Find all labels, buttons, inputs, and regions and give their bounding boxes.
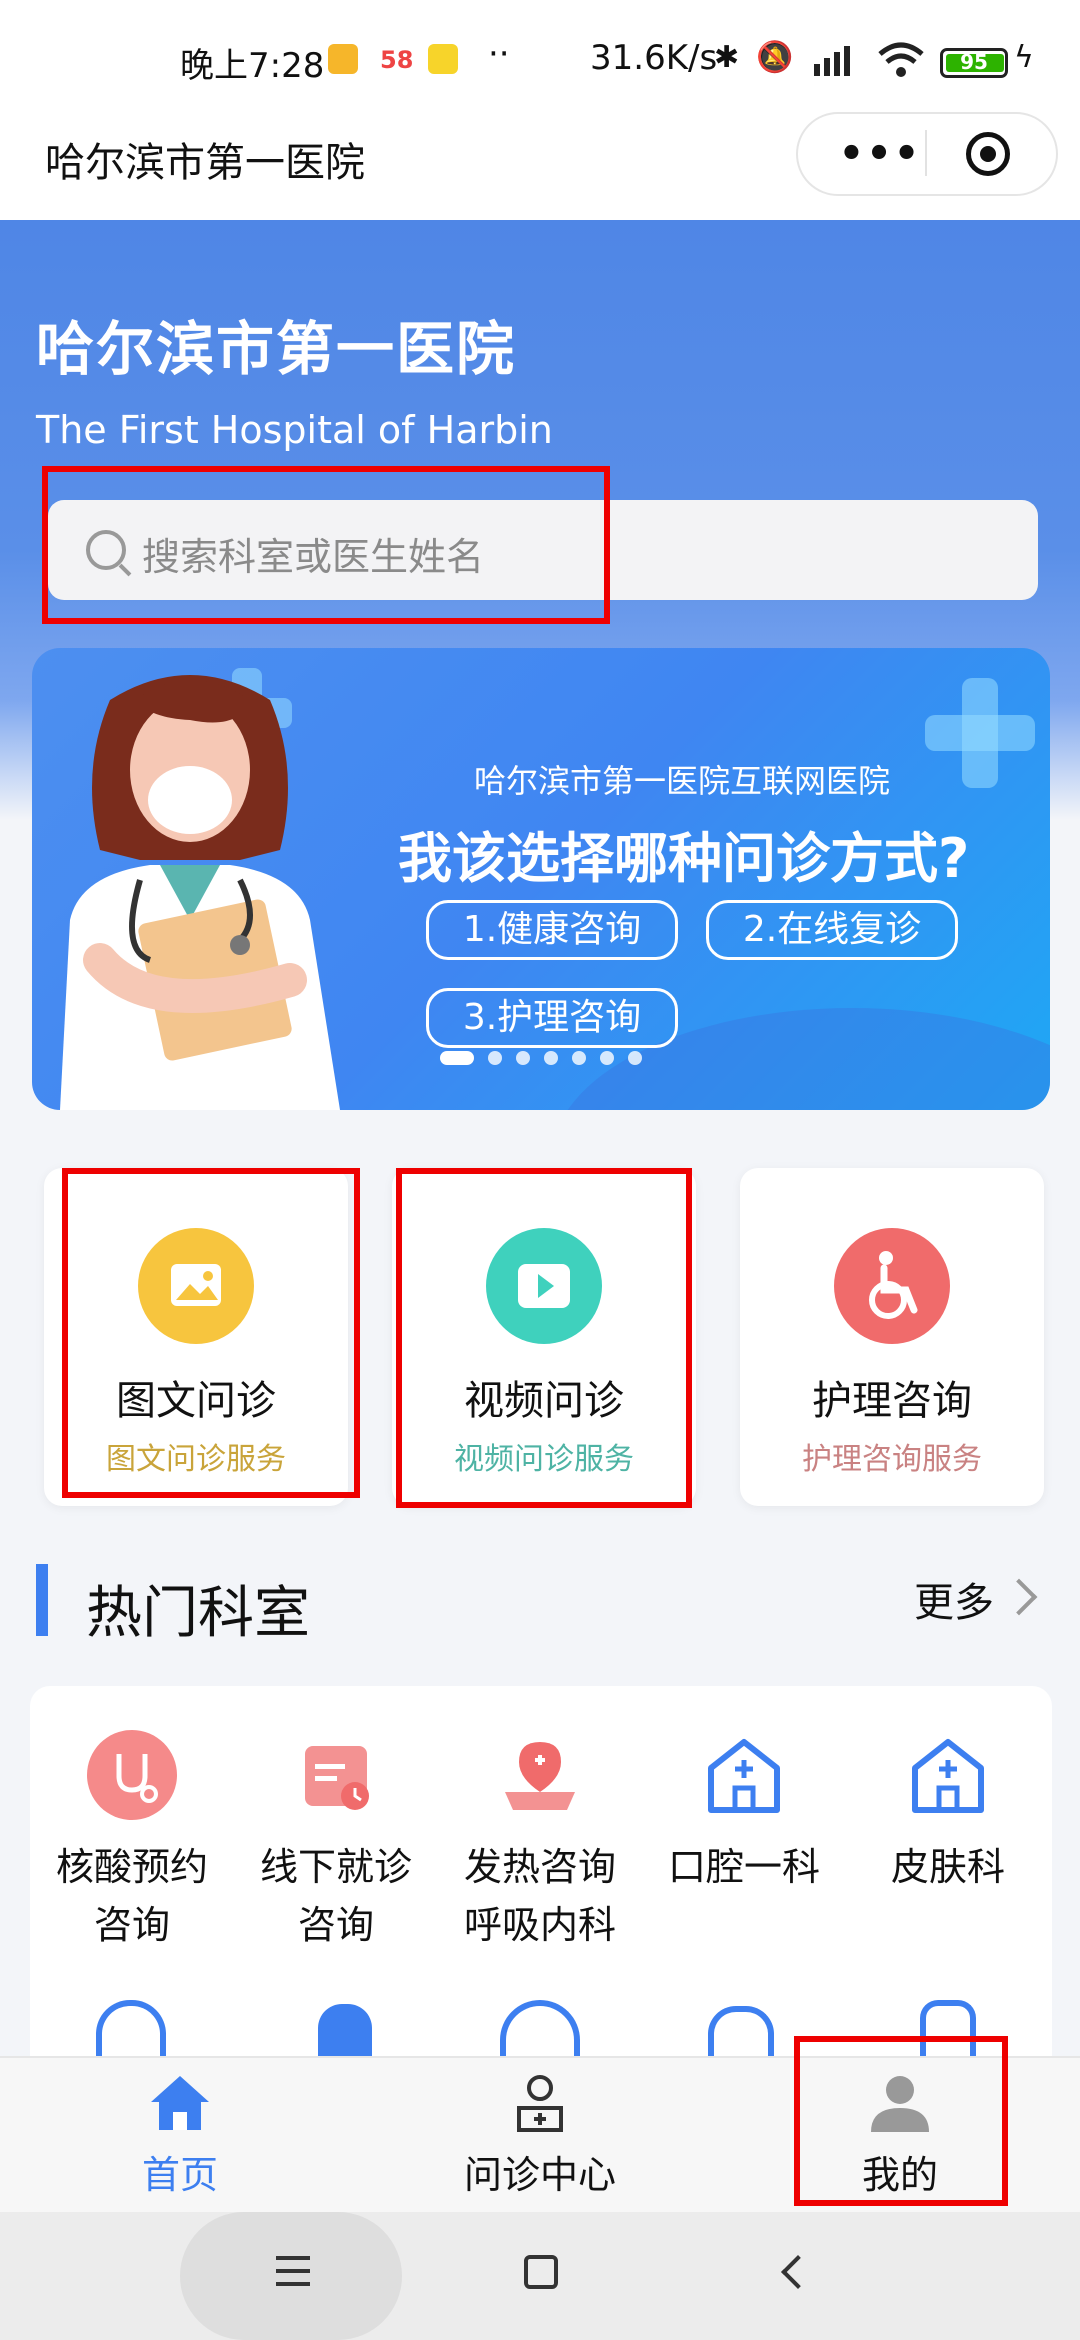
page-title: 哈尔滨市第一医院 — [45, 140, 365, 186]
dept-item-fever[interactable]: 发热咨询 呼吸内科 — [438, 1730, 642, 1954]
tab-label: 首页 — [141, 2153, 218, 2197]
carousel-dot — [544, 1051, 558, 1065]
banner-subtitle: 哈尔滨市第一医院互联网医院 — [474, 762, 891, 800]
dept-name-line2: 呼吸内科 — [463, 1903, 616, 1947]
close-miniprogram-button[interactable] — [966, 132, 1010, 176]
intestine-icon — [708, 2006, 774, 2056]
dept-item-dermatology[interactable]: 皮肤科 — [846, 1730, 1050, 1896]
notification-app-icon-2 — [428, 44, 458, 74]
carousel-indicator — [440, 1050, 656, 1069]
more-notifications-icon: ·· — [488, 34, 510, 74]
battery-level: 95 — [960, 50, 988, 74]
banner-option-2[interactable]: 2.在线复诊 — [706, 900, 958, 960]
doctor-icon — [505, 2068, 575, 2138]
carousel-dot — [600, 1051, 614, 1065]
wifi-icon — [876, 42, 926, 78]
hospital-icon — [699, 1730, 789, 1820]
dept-name: 线下就诊 — [259, 1845, 412, 1889]
home-icon — [145, 2068, 215, 2138]
app-58-icon: 58 — [380, 46, 414, 74]
dept-name-line2: 咨询 — [93, 1903, 170, 1947]
highlight-box-video — [396, 1168, 692, 1508]
doctor-illustration — [60, 675, 340, 1110]
banner-option-3[interactable]: 3.护理咨询 — [426, 988, 678, 1048]
carousel-dot — [488, 1051, 502, 1065]
tab-consultation-center[interactable]: 问诊中心 — [420, 2068, 660, 2199]
service-card-nursing[interactable]: 护理咨询 护理咨询服务 — [740, 1168, 1044, 1506]
tab-home[interactable]: 首页 — [60, 2068, 300, 2199]
menu-icon[interactable] — [276, 2256, 310, 2295]
dept-name: 口腔一科 — [667, 1845, 820, 1889]
home-button-icon[interactable] — [524, 2255, 558, 2289]
carousel-dot — [572, 1051, 586, 1065]
tab-label: 问诊中心 — [463, 2153, 616, 2197]
stethoscope-icon — [87, 1730, 177, 1820]
highlight-box-image-text — [62, 1168, 360, 1498]
section-title-hot-departments: 热门科室 — [86, 1581, 310, 1646]
signal-icon — [812, 42, 864, 76]
section-accent-bar — [36, 1564, 48, 1636]
highlight-box-mine — [794, 2036, 1008, 2206]
hospital-english-name: The First Hospital of Harbin — [36, 408, 553, 452]
more-link[interactable]: 更多 — [914, 1570, 994, 1628]
hospital-icon — [903, 1730, 993, 1820]
stomach-icon — [318, 2004, 372, 2056]
chevron-right-icon — [1000, 1578, 1038, 1616]
more-options-button[interactable]: ••• — [830, 124, 930, 184]
dept-item-stomatology[interactable]: 口腔一科 — [642, 1730, 846, 1896]
carousel-dot — [628, 1051, 642, 1065]
carousel-dot — [516, 1051, 530, 1065]
dept-name: 发热咨询 — [463, 1845, 616, 1889]
wheelchair-icon — [834, 1228, 950, 1344]
capsule-divider — [925, 130, 927, 176]
charging-icon: ϟ — [1014, 40, 1034, 75]
battery-icon: 95 — [940, 48, 1008, 78]
service-desc: 护理咨询服务 — [802, 1442, 982, 1477]
hospital-name: 哈尔滨市第一医院 — [36, 315, 517, 383]
service-title: 护理咨询 — [812, 1378, 972, 1424]
medical-kit-icon — [495, 1730, 585, 1820]
notification-app-icon — [328, 44, 358, 74]
bluetooth-icon: ✱ — [714, 40, 740, 75]
banner-option-1[interactable]: 1.健康咨询 — [426, 900, 678, 960]
carousel-dot-active — [440, 1051, 474, 1065]
dept-item-nucleic-acid[interactable]: 核酸预约 咨询 — [30, 1730, 234, 1954]
banner-title: 我该选择哪种问诊方式? — [398, 827, 970, 890]
highlight-box-search — [42, 466, 610, 624]
dept-item-offline-visit[interactable]: 线下就诊 咨询 — [234, 1730, 438, 1954]
calendar-icon — [291, 1730, 381, 1820]
status-time: 晚上7:28 — [180, 46, 325, 86]
dept-name-line2: 咨询 — [297, 1903, 374, 1947]
network-speed: 31.6K/s — [590, 38, 718, 78]
mute-icon: 🔕 — [756, 40, 794, 75]
dept-name: 皮肤科 — [890, 1845, 1005, 1889]
dept-name: 核酸预约 — [55, 1845, 208, 1889]
